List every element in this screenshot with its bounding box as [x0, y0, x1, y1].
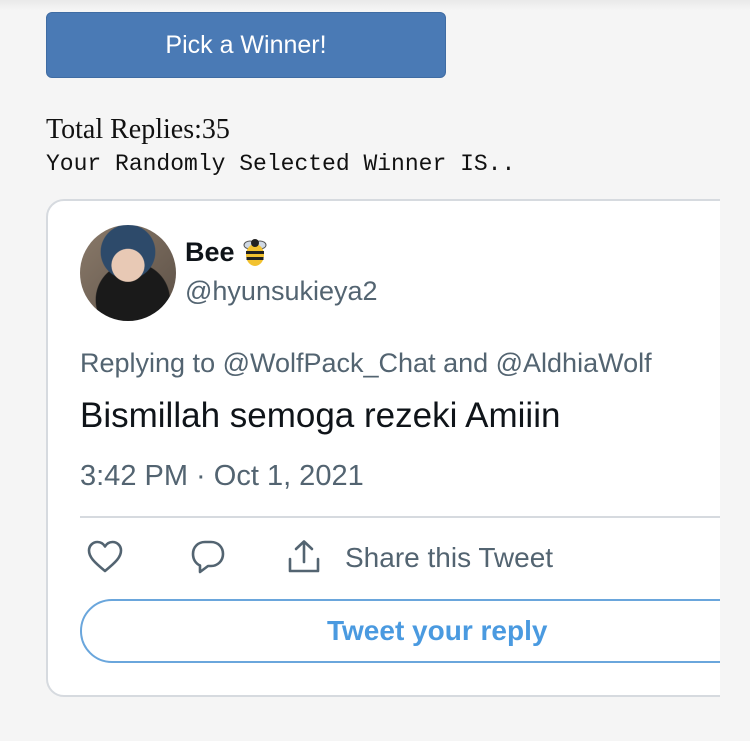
reply-button[interactable] — [189, 540, 227, 578]
user-handle[interactable]: @hyunsukieya2 — [185, 276, 378, 307]
heart-icon — [87, 540, 123, 579]
page-right-margin — [720, 190, 750, 741]
divider — [80, 516, 720, 518]
author-name-row[interactable]: Bee — [185, 236, 271, 268]
bee-icon — [239, 236, 271, 268]
replying-to-text: Replying to @WolfPack_Chat and @AldhiaWo… — [80, 348, 652, 378]
display-name[interactable]: Bee — [185, 237, 235, 268]
share-button[interactable] — [285, 539, 323, 580]
share-tweet-link[interactable]: Share this Tweet — [345, 542, 553, 574]
top-shade — [0, 0, 750, 10]
pick-winner-button[interactable]: Pick a Winner! — [46, 12, 446, 78]
tweet-timestamp[interactable]: 3:42 PM · Oct 1, 2021 — [80, 460, 364, 493]
tweet-your-reply-button[interactable]: Tweet your reply — [80, 599, 750, 663]
winner-announcement-text: Your Randomly Selected Winner IS.. — [46, 151, 516, 177]
share-icon — [286, 539, 322, 580]
comment-icon — [190, 539, 226, 580]
tweet-text: Bismillah semoga rezeki Amiiin — [80, 396, 561, 435]
total-replies-text: Total Replies:35 — [46, 114, 230, 145]
avatar[interactable] — [80, 225, 176, 321]
like-button[interactable] — [86, 540, 124, 578]
